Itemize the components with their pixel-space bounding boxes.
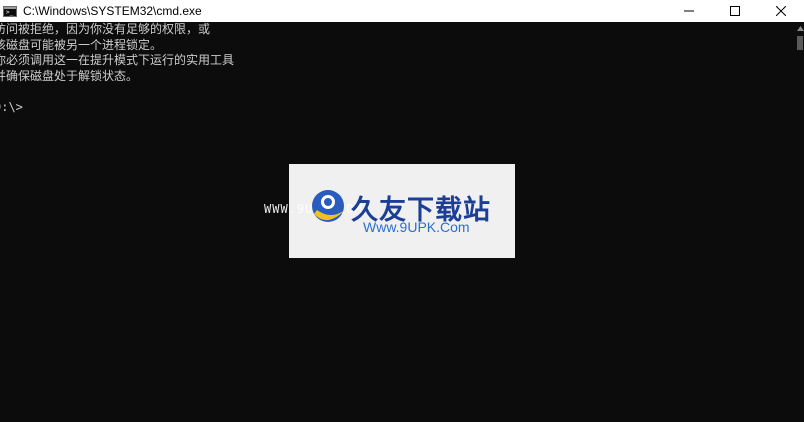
console-line: 你必须调用这一在提升模式下运行的实用工具 (0, 53, 235, 67)
watermark: 久友下载站 Www.9UPK.Com (289, 164, 515, 258)
watermark-logo-icon (312, 190, 345, 222)
close-icon (776, 6, 786, 16)
console-icon[interactable]: >_ (3, 5, 17, 17)
maximize-button[interactable] (712, 0, 758, 22)
chevron-up-icon (796, 25, 804, 31)
minimize-button[interactable] (666, 0, 712, 22)
minimize-icon (684, 10, 694, 12)
vertical-scrollbar[interactable] (796, 22, 804, 422)
console-line: 该磁盘可能被另一个进程锁定。 (0, 37, 163, 52)
console-line: 并确保磁盘处于解锁状态。 (0, 68, 139, 83)
scroll-up-button[interactable] (796, 22, 804, 34)
scrollbar-thumb[interactable] (797, 36, 803, 50)
console-prompt[interactable]: D:\> (0, 100, 796, 116)
window-title: C:\Windows\SYSTEM32\cmd.exe (23, 4, 202, 18)
watermark-url: Www.9UPK.Com (363, 219, 470, 235)
title-bar[interactable]: >_ C:\Windows\SYSTEM32\cmd.exe (0, 0, 804, 22)
console-icon-glyph: >_ (6, 8, 14, 16)
close-button[interactable] (758, 0, 804, 22)
console-line: 访问被拒绝，因为你没有足够的权限，或 (0, 22, 211, 36)
window-controls (666, 0, 804, 22)
maximize-icon (730, 6, 740, 16)
